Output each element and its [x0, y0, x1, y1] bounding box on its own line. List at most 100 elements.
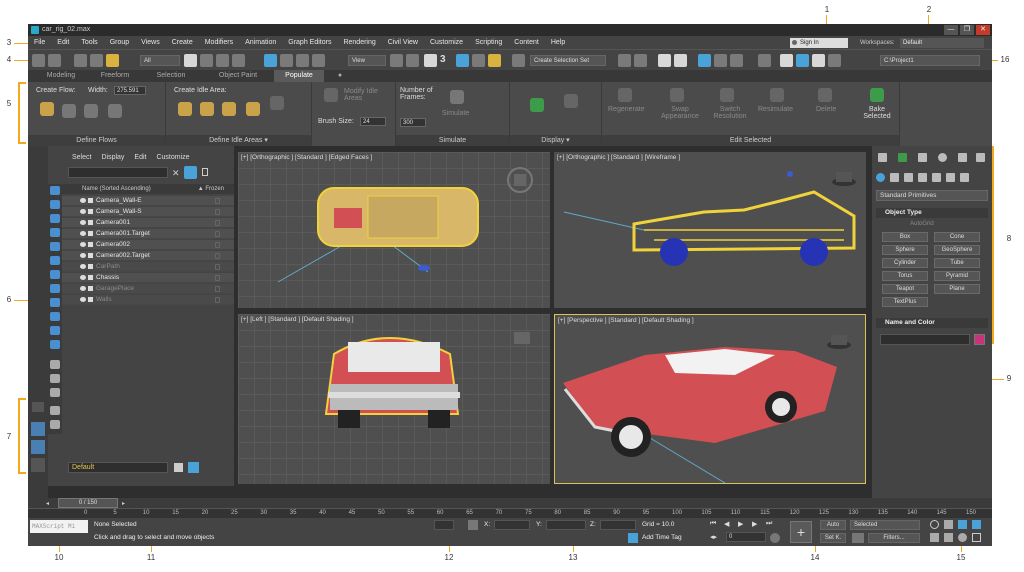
freeze-lock-icon[interactable]	[215, 275, 220, 281]
link-icon[interactable]	[74, 54, 87, 67]
freeze-lock-icon[interactable]	[215, 297, 220, 303]
column-frozen-header[interactable]: ▲ Frozen	[198, 184, 224, 194]
autogrid-checkbox[interactable]: AutoGrid	[910, 221, 934, 227]
freeze-lock-icon[interactable]	[215, 242, 220, 248]
align-icon[interactable]	[634, 54, 647, 67]
filter-geometry-icon[interactable]	[50, 186, 60, 195]
material-editor-icon[interactable]	[758, 54, 771, 67]
visibility-eye-icon[interactable]	[80, 220, 86, 225]
scene-menu-edit[interactable]: Edit	[134, 154, 146, 161]
menu-modifiers[interactable]: Modifiers	[199, 39, 239, 46]
menu-animation[interactable]: Animation	[239, 39, 282, 46]
utilities-tab-icon[interactable]	[976, 153, 985, 162]
primitives-dropdown[interactable]: Standard Primitives	[876, 190, 988, 201]
zoom-extents-all-icon[interactable]	[972, 520, 981, 529]
viewport-left[interactable]: [+] [Left ] [Standard ] [Default Shading…	[238, 314, 550, 484]
cameras-icon[interactable]	[918, 173, 927, 182]
filter-frozen-icon[interactable]	[50, 326, 60, 335]
simulate-icon[interactable]	[450, 90, 464, 104]
regenerate-icon[interactable]	[618, 88, 632, 102]
place-icon[interactable]	[312, 54, 325, 67]
object-type-button[interactable]: Pyramid	[934, 271, 980, 281]
maximize-button[interactable]: ❐	[960, 25, 974, 35]
freeze-lock-icon[interactable]	[215, 286, 220, 292]
go-start-icon[interactable]: ⏮	[710, 520, 716, 528]
time-tag-icon[interactable]	[628, 533, 638, 543]
window-crossing-icon[interactable]	[232, 54, 245, 67]
menu-rendering[interactable]: Rendering	[337, 39, 381, 46]
visibility-eye-icon[interactable]	[80, 231, 86, 236]
visibility-eye-icon[interactable]	[80, 297, 86, 302]
viewport-top[interactable]: [+] [Orthographic ] [Standard ] [Edged F…	[238, 152, 550, 308]
object-type-button[interactable]: Cone	[934, 232, 980, 242]
zoom-all-icon[interactable]	[944, 520, 953, 529]
visibility-eye-icon[interactable]	[80, 198, 86, 203]
flow-edit-icon[interactable]	[108, 104, 122, 118]
scene-column-header[interactable]: Name (Sorted Ascending) ▲ Frozen	[62, 184, 234, 194]
current-frame-input[interactable]: 0	[726, 532, 766, 542]
selected-dropdown[interactable]: Selected	[850, 520, 920, 530]
filter-icon[interactable]	[184, 166, 197, 179]
scene-explorer-icon[interactable]	[658, 54, 671, 67]
object-type-button[interactable]: Cylinder	[882, 258, 928, 268]
select-object-icon[interactable]	[184, 54, 197, 67]
ribbon-options-icon[interactable]: ●	[332, 70, 348, 82]
object-type-button[interactable]: Box	[882, 232, 928, 242]
time-prev-icon[interactable]: ◂	[46, 500, 49, 507]
object-type-button[interactable]: Torus	[882, 271, 928, 281]
motion-tab-icon[interactable]	[938, 153, 947, 162]
close-button[interactable]: ✕	[976, 25, 990, 35]
orbit-icon[interactable]	[958, 533, 967, 542]
select-manipulate-icon[interactable]	[406, 54, 419, 67]
snaps-toggle-icon[interactable]: 3	[440, 54, 453, 67]
regenerate-button[interactable]: Regenerate	[608, 106, 645, 113]
menu-scripting[interactable]: Scripting	[469, 39, 508, 46]
viewport-layout-2-icon[interactable]	[31, 440, 45, 454]
set-key-big-icon[interactable]: +	[790, 521, 812, 543]
filter-bones-icon[interactable]	[50, 298, 60, 307]
reference-coord-dropdown[interactable]: View	[348, 55, 386, 66]
unlink-icon[interactable]	[90, 54, 103, 67]
scene-row[interactable]: Camera001.Target	[62, 229, 234, 239]
column-name-header[interactable]: Name (Sorted Ascending)	[82, 186, 151, 192]
viewport-front[interactable]: [+] [Orthographic ] [Standard ] [Wirefra…	[554, 152, 866, 308]
key-mode-icon[interactable]: ◂▸	[710, 533, 717, 541]
selection-filter-dropdown[interactable]: All	[140, 55, 180, 66]
viewport-persp-label[interactable]: [+] [Perspective ] [Standard ] [Default …	[558, 317, 694, 324]
pan-icon[interactable]	[944, 533, 953, 542]
scene-menu-customize[interactable]: Customize	[156, 154, 189, 161]
freeze-lock-icon[interactable]	[215, 264, 220, 270]
hierarchy-tab-icon[interactable]	[918, 153, 927, 162]
filter-cameras-icon[interactable]	[50, 228, 60, 237]
filter-shapes-icon[interactable]	[50, 200, 60, 209]
filter-lights-icon[interactable]	[50, 214, 60, 223]
select-by-name-icon[interactable]	[200, 54, 213, 67]
display-all-icon[interactable]	[50, 360, 60, 369]
scale-icon[interactable]	[296, 54, 309, 67]
maxscript-listener[interactable]: MAXScript Mi	[30, 520, 88, 533]
frames-spinner[interactable]: 300	[400, 118, 426, 127]
layer-explorer-icon[interactable]	[674, 54, 687, 67]
object-type-button[interactable]: TextPlus	[882, 297, 928, 307]
filter-xrefs-icon[interactable]	[50, 284, 60, 293]
selection-lock-icon[interactable]	[468, 520, 478, 530]
object-type-button[interactable]: Sphere	[882, 245, 928, 255]
resimulate-icon[interactable]	[770, 88, 784, 102]
viewport-layout-icon[interactable]	[31, 422, 45, 436]
scene-row[interactable]: Camera_Wall-E	[62, 196, 234, 206]
viewport-perspective[interactable]: [+] [Perspective ] [Standard ] [Default …	[554, 314, 866, 484]
resimulate-button[interactable]: Resimulate	[758, 106, 793, 113]
filter-containers-icon[interactable]	[50, 312, 60, 321]
maximize-viewport-icon[interactable]	[972, 533, 981, 542]
pivot-center-icon[interactable]	[390, 54, 403, 67]
tab-freeform[interactable]: Freeform	[90, 70, 140, 82]
ribbon-toggle-icon[interactable]	[698, 54, 711, 67]
fov-icon[interactable]	[930, 533, 939, 542]
set-key-button[interactable]: Set K.	[820, 533, 846, 543]
systems-icon[interactable]	[960, 173, 969, 182]
menu-civil-view[interactable]: Civil View	[382, 39, 424, 46]
edit-named-sel-icon[interactable]	[512, 54, 525, 67]
layer-manager-icon[interactable]	[188, 462, 199, 473]
lights-icon[interactable]	[904, 173, 913, 182]
spacewarps-icon[interactable]	[946, 173, 955, 182]
